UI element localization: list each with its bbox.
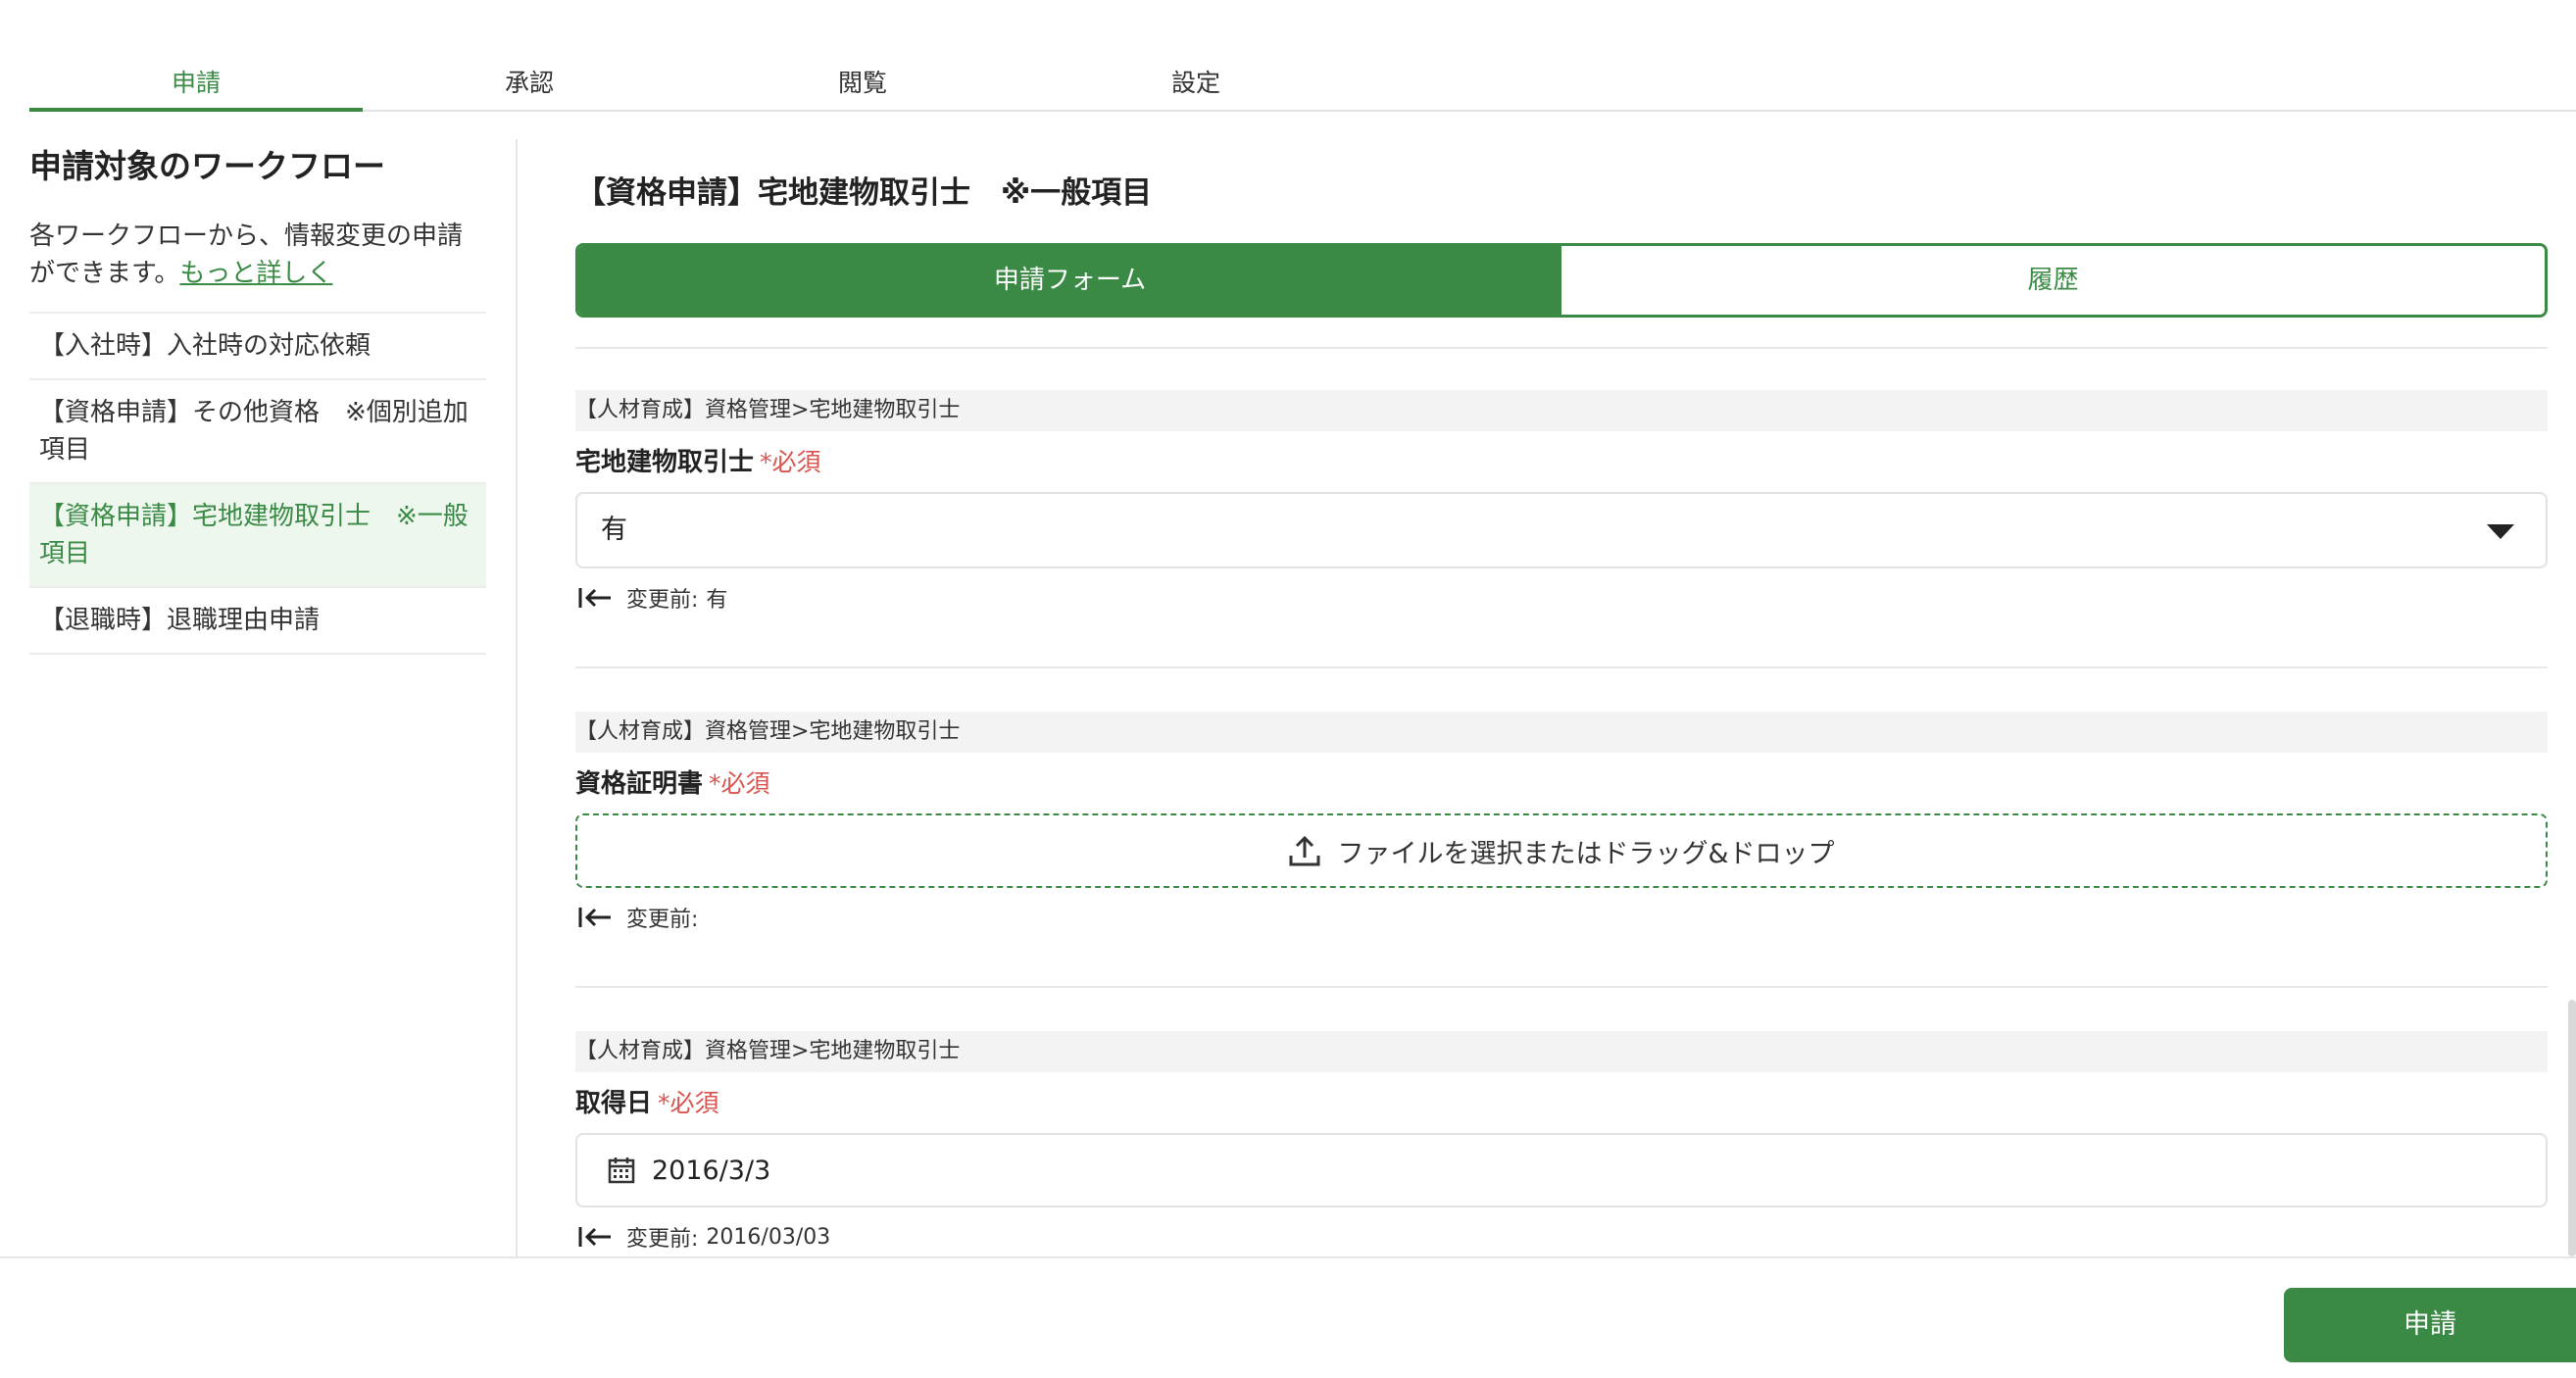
real-estate-agent-select[interactable]: 有 bbox=[575, 492, 2548, 568]
required-marker: *必須 bbox=[709, 769, 770, 798]
field-label-text: 宅地建物取引士 bbox=[575, 448, 755, 477]
date-value: 2016/3/3 bbox=[652, 1155, 771, 1186]
revert-arrow-icon bbox=[578, 588, 611, 608]
submit-button[interactable]: 申請 bbox=[2284, 1288, 2576, 1362]
main-panel: 【資格申請】宅地建物取引士 ※一般項目 申請フォーム 履歴 【人材育成】資格管理… bbox=[575, 137, 2548, 1256]
tab-history[interactable]: 履歴 bbox=[1561, 246, 2545, 315]
field-label-text: 資格証明書 bbox=[575, 769, 704, 799]
tab-approve[interactable]: 承認 bbox=[363, 61, 696, 110]
sidebar: 申請対象のワークフロー 各ワークフローから、情報変更の申請ができます。もっと詳し… bbox=[29, 137, 486, 655]
sidebar-title: 申請対象のワークフロー bbox=[29, 147, 385, 185]
page-title: 【資格申請】宅地建物取引士 ※一般項目 bbox=[575, 175, 1153, 211]
form-history-switch: 申請フォーム 履歴 bbox=[575, 243, 2548, 318]
calendar-icon bbox=[608, 1157, 635, 1184]
previous-value: 変更前: 有 bbox=[575, 578, 2548, 617]
top-tab-bar: 申請 承認 閲覧 設定 bbox=[29, 61, 2576, 112]
workflow-item-other-qualification[interactable]: 【資格申請】その他資格 ※個別追加項目 bbox=[29, 380, 486, 484]
sidebar-description: 各ワークフローから、情報変更の申請ができます。もっと詳しく bbox=[29, 218, 486, 292]
workflow-item-real-estate-agent[interactable]: 【資格申請】宅地建物取引士 ※一般項目 bbox=[29, 484, 486, 588]
file-dropzone[interactable]: ファイルを選択またはドラッグ&ドロップ bbox=[575, 813, 2548, 888]
tab-settings[interactable]: 設定 bbox=[1029, 61, 1362, 110]
previous-value-label: 変更前: bbox=[626, 908, 699, 932]
chevron-down-icon bbox=[2487, 524, 2514, 539]
previous-value-label: 変更前: bbox=[626, 588, 699, 613]
footer-bar: 申請 bbox=[0, 1256, 2576, 1378]
previous-value-text: 2016/03/03 bbox=[706, 1224, 831, 1250]
workflow-list: 【入社時】入社時の対応依頼 【資格申請】その他資格 ※個別追加項目 【資格申請】… bbox=[29, 312, 486, 655]
field-breadcrumb: 【人材育成】資格管理>宅地建物取引士 bbox=[575, 712, 2548, 753]
field-breadcrumb: 【人材育成】資格管理>宅地建物取引士 bbox=[575, 390, 2548, 431]
revert-arrow-icon bbox=[578, 908, 611, 927]
required-marker: *必須 bbox=[760, 448, 821, 476]
previous-value-label: 変更前: bbox=[626, 1227, 699, 1252]
more-details-link[interactable]: もっと詳しく bbox=[179, 259, 332, 288]
field-certificate: 【人材育成】資格管理>宅地建物取引士 資格証明書 *必須 ファイルを選択またはドラ… bbox=[575, 668, 2548, 988]
app-root: 申請 承認 閲覧 設定 申請対象のワークフロー 各ワークフローから、情報変更の申… bbox=[0, 0, 2576, 1378]
previous-value: 変更前: 2016/03/03 bbox=[575, 1217, 2548, 1256]
previous-value: 変更前: bbox=[575, 898, 2548, 937]
required-marker: *必須 bbox=[658, 1089, 719, 1117]
field-breadcrumb: 【人材育成】資格管理>宅地建物取引士 bbox=[575, 1031, 2548, 1072]
tab-application-form[interactable]: 申請フォーム bbox=[578, 246, 1561, 315]
column-divider bbox=[516, 139, 518, 1256]
tab-view[interactable]: 閲覧 bbox=[696, 61, 1029, 110]
field-label-text: 取得日 bbox=[575, 1089, 653, 1118]
field-acquisition-date: 【人材育成】資格管理>宅地建物取引士 取得日 *必須 2016/3/3 変更前:… bbox=[575, 988, 2548, 1256]
workflow-item-onboarding[interactable]: 【入社時】入社時の対応依頼 bbox=[29, 314, 486, 380]
upload-icon bbox=[1289, 835, 1320, 866]
scrollbar[interactable] bbox=[2568, 1000, 2576, 1256]
revert-arrow-icon bbox=[578, 1227, 611, 1247]
workflow-item-resignation[interactable]: 【退職時】退職理由申請 bbox=[29, 588, 486, 655]
previous-value-text: 有 bbox=[706, 588, 728, 613]
tab-apply[interactable]: 申請 bbox=[29, 61, 363, 112]
dropzone-text: ファイルを選択またはドラッグ&ドロップ bbox=[1337, 838, 1835, 869]
field-label: 資格証明書 *必須 bbox=[575, 764, 2548, 804]
select-value: 有 bbox=[601, 515, 627, 545]
field-label: 宅地建物取引士 *必須 bbox=[575, 443, 2548, 482]
field-real-estate-agent: 【人材育成】資格管理>宅地建物取引士 宅地建物取引士 *必須 有 変更前: 有 bbox=[575, 349, 2548, 668]
field-label: 取得日 *必須 bbox=[575, 1084, 2548, 1123]
acquisition-date-input[interactable]: 2016/3/3 bbox=[575, 1133, 2548, 1207]
